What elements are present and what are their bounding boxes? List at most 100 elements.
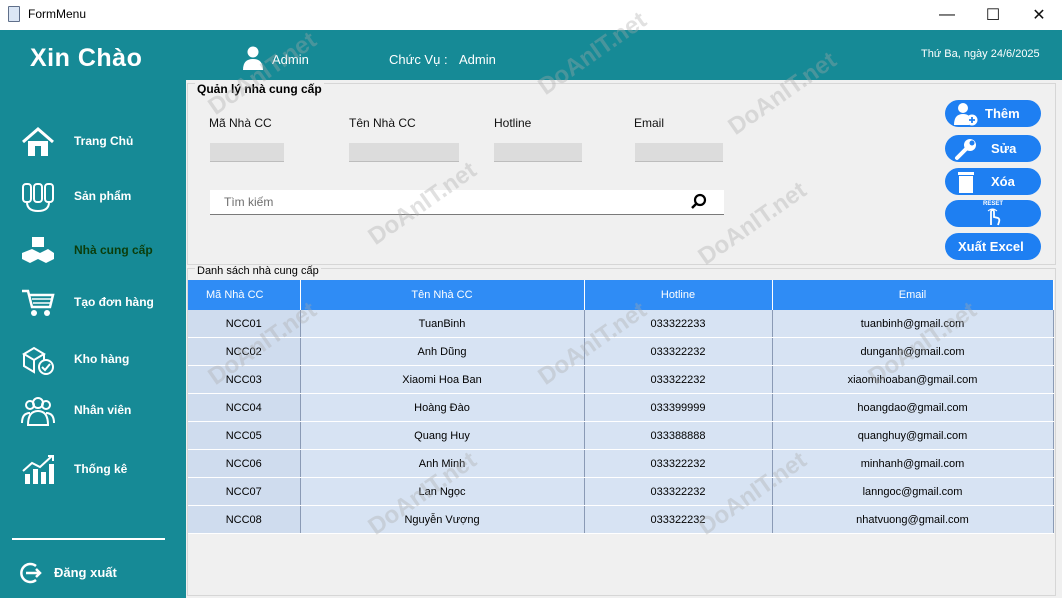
- window-titlebar: FormMenu — ☐ ✕: [0, 0, 1062, 30]
- field-label-id: Mã Nhà CC: [209, 116, 272, 130]
- cell-name: TuanBinh: [300, 310, 585, 338]
- sidebar-item-home[interactable]: Trang Chủ: [0, 122, 186, 162]
- warehouse-icon: [22, 346, 54, 375]
- cell-id: NCC01: [188, 310, 301, 338]
- table-row[interactable]: NCC07 Lan Ngọc 033322232 lanngoc@gmail.c…: [188, 477, 1054, 506]
- supplier-table[interactable]: Mã Nhà CC Tên Nhà CC Hotline Email NCC01…: [188, 280, 1054, 534]
- cell-email: lanngoc@gmail.com: [772, 477, 1054, 506]
- cell-hotline: 033322232: [584, 477, 773, 506]
- form-title: Quản lý nhà cung cấp: [195, 82, 324, 96]
- cell-email: minhanh@gmail.com: [772, 449, 1054, 478]
- close-icon: ✕: [1032, 7, 1046, 24]
- edit-button-label: Sửa: [991, 141, 1017, 156]
- user-icon: [243, 46, 263, 70]
- cell-email: tuanbinh@gmail.com: [772, 310, 1054, 338]
- chart-icon: [22, 455, 54, 484]
- sidebar-item-staff[interactable]: Nhân viên: [0, 391, 186, 431]
- staff-icon: [21, 397, 55, 426]
- field-label-name: Tên Nhà CC: [349, 116, 416, 130]
- field-label-email: Email: [634, 116, 665, 130]
- sidebar-item-products[interactable]: Sản phẩm: [0, 177, 186, 217]
- cell-id: NCC07: [188, 477, 301, 506]
- cell-name: Nguyễn Vượng: [300, 505, 585, 534]
- supplier-name-field[interactable]: [349, 143, 459, 162]
- column-header-email[interactable]: Email: [772, 280, 1054, 310]
- sidebar-item-statistics[interactable]: Thống kê: [0, 450, 186, 490]
- sidebar-item-label: Thống kê: [74, 462, 128, 476]
- wrench-icon: [955, 139, 976, 160]
- table-row[interactable]: NCC01 TuanBinh 033322233 tuanbinh@gmail.…: [188, 310, 1054, 338]
- cell-id: NCC06: [188, 449, 301, 478]
- top-header: [0, 30, 1062, 80]
- home-icon: [22, 127, 54, 156]
- logout-icon: [20, 562, 42, 584]
- edit-button[interactable]: Sửa: [945, 135, 1041, 162]
- search-icon[interactable]: [690, 193, 708, 211]
- table-row[interactable]: NCC02 Anh Dũng 033322232 dunganh@gmail.c…: [188, 337, 1054, 366]
- field-label-hotline: Hotline: [494, 116, 532, 130]
- minimize-icon: —: [939, 6, 955, 23]
- trash-icon: [958, 172, 974, 193]
- column-header-hotline[interactable]: Hotline: [584, 280, 773, 310]
- cell-name: Lan Ngọc: [300, 477, 585, 506]
- table-header-row: Mã Nhà CC Tên Nhà CC Hotline Email: [188, 280, 1054, 310]
- user-name: Admin: [272, 52, 309, 67]
- export-excel-button[interactable]: Xuất Excel: [945, 233, 1041, 260]
- maximize-icon: ☐: [985, 7, 1001, 24]
- supplier-id-field[interactable]: [210, 143, 284, 162]
- cell-id: NCC04: [188, 393, 301, 422]
- delete-button-label: Xóa: [991, 174, 1015, 189]
- cell-email: hoangdao@gmail.com: [772, 393, 1054, 422]
- cell-hotline: 033399999: [584, 393, 773, 422]
- current-date: Thứ Ba, ngày 24/6/2025: [921, 48, 1040, 60]
- cell-id: NCC08: [188, 505, 301, 534]
- column-header-id[interactable]: Mã Nhà CC: [188, 280, 301, 310]
- cart-icon: [22, 289, 55, 316]
- hotline-field[interactable]: [494, 143, 582, 162]
- cell-id: NCC03: [188, 365, 301, 394]
- cell-email: quanghuy@gmail.com: [772, 421, 1054, 450]
- table-row[interactable]: NCC03 Xiaomi Hoa Ban 033322232 xiaomihoa…: [188, 365, 1054, 394]
- cell-hotline: 033322232: [584, 449, 773, 478]
- sidebar-item-create-order[interactable]: Tạo đơn hàng: [0, 283, 186, 323]
- cell-hotline: 033322233: [584, 310, 773, 338]
- close-button[interactable]: ✕: [1016, 0, 1062, 30]
- cell-name: Xiaomi Hoa Ban: [300, 365, 585, 394]
- sidebar-item-label: Tạo đơn hàng: [74, 295, 154, 309]
- sidebar-item-label: Nhân viên: [74, 403, 132, 417]
- sidebar-item-label: Nhà cung cấp: [74, 243, 153, 257]
- supplier-form-group: [187, 83, 1056, 265]
- minimize-button[interactable]: —: [924, 0, 970, 30]
- cell-name: Quang Huy: [300, 421, 585, 450]
- sidebar-item-label: Sản phẩm: [74, 189, 132, 203]
- cell-hotline: 033322232: [584, 337, 773, 366]
- maximize-button[interactable]: ☐: [970, 0, 1016, 30]
- product-icon: [22, 183, 54, 213]
- app-icon: [8, 6, 20, 22]
- cell-name: Anh Dũng: [300, 337, 585, 366]
- add-button-label: Thêm: [985, 106, 1020, 121]
- table-row[interactable]: NCC06 Anh Minh 033322232 minhanh@gmail.c…: [188, 449, 1054, 478]
- sidebar-item-warehouse[interactable]: Kho hàng: [0, 340, 186, 380]
- sidebar-item-label: Kho hàng: [74, 352, 130, 366]
- logout-button[interactable]: Đăng xuất: [54, 565, 117, 580]
- search-placeholder: Tìm kiếm: [224, 195, 274, 209]
- table-row[interactable]: NCC04 Hoàng Đào 033399999 hoangdao@gmail…: [188, 393, 1054, 422]
- tap-icon: [987, 208, 1001, 226]
- role-value: Admin: [459, 52, 496, 67]
- cell-id: NCC05: [188, 421, 301, 450]
- add-button[interactable]: Thêm: [945, 100, 1041, 127]
- sidebar-divider: [12, 538, 165, 540]
- sidebar-item-label: Trang Chủ: [74, 134, 134, 148]
- table-row[interactable]: NCC08 Nguyễn Vượng 033322232 nhatvuong@g…: [188, 505, 1054, 534]
- table-row[interactable]: NCC05 Quang Huy 033388888 quanghuy@gmail…: [188, 421, 1054, 450]
- cell-name: Anh Minh: [300, 449, 585, 478]
- list-title: Danh sách nhà cung cấp: [195, 265, 321, 277]
- reset-button[interactable]: RESET: [945, 200, 1041, 227]
- sidebar-item-suppliers[interactable]: Nhà cung cấp: [0, 231, 186, 271]
- email-field[interactable]: [635, 143, 723, 162]
- window-title: FormMenu: [28, 7, 87, 21]
- column-header-name[interactable]: Tên Nhà CC: [300, 280, 585, 310]
- delete-button[interactable]: Xóa: [945, 168, 1041, 195]
- search-input[interactable]: [210, 190, 724, 215]
